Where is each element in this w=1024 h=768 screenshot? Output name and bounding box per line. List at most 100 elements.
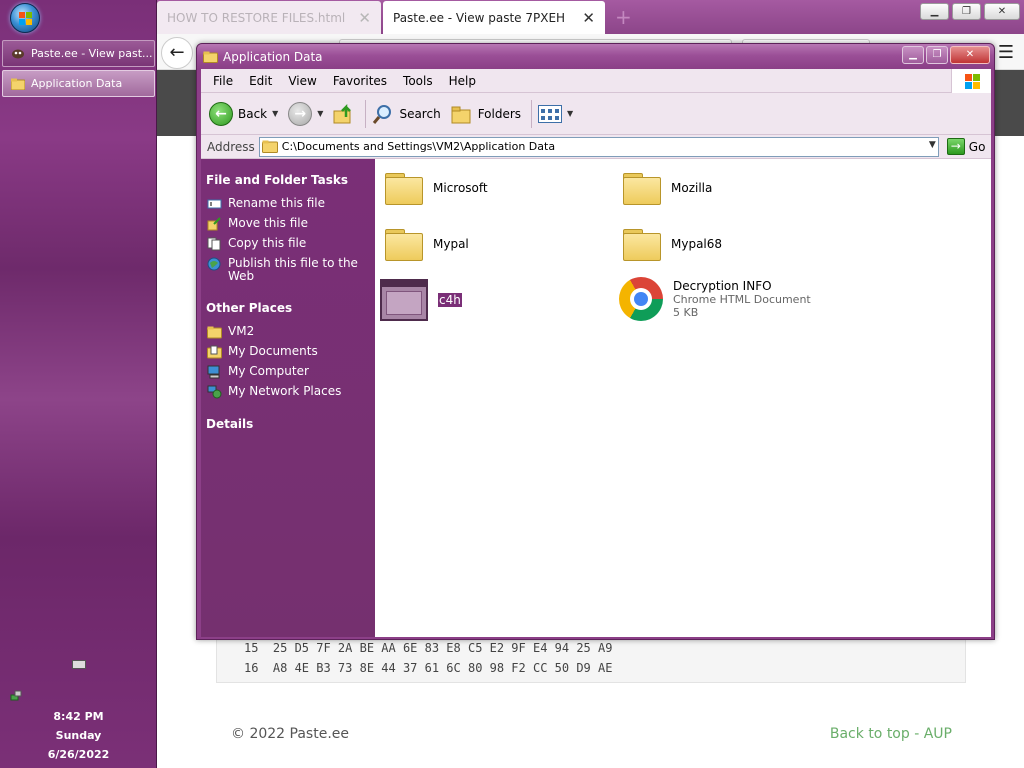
explorer-window: Application Data ▁ ❐ ✕ File Edit View Fa… [196,43,995,640]
place-my-network-places[interactable]: My Network Places [206,385,375,399]
tab-label: HOW TO RESTORE FILES.html [167,10,346,25]
menu-edit[interactable]: Edit [241,74,280,88]
task-label: Rename this file [228,196,326,210]
folder-icon [623,227,661,261]
address-label: Address [207,139,255,154]
views-button[interactable]: ▼ [538,104,573,123]
file-item-mypal68[interactable]: Mypal68 [623,227,722,261]
file-type: Chrome HTML Document [673,292,811,306]
search-button[interactable]: Search [372,103,441,125]
address-input[interactable]: C:\Documents and Settings\VM2\Applicatio… [258,136,939,157]
section-heading[interactable]: Other Places [206,301,375,315]
hex-line: 15 25 D5 7F 2A BE AA 6E 83 E8 C5 E2 9F E… [244,641,613,655]
chevron-down-icon[interactable]: ▼ [317,109,323,118]
section-heading[interactable]: File and Folder Tasks [206,173,375,187]
close-tab-icon[interactable]: ✕ [358,9,371,27]
keyboard-icon[interactable] [72,660,86,669]
file-item-mypal[interactable]: Mypal [385,227,469,261]
place-label: My Documents [228,344,318,358]
chevron-down-icon[interactable]: ▼ [567,109,573,118]
file-item-c4h[interactable]: c4h [380,279,462,321]
close-tab-icon[interactable]: ✕ [582,9,595,27]
minimize-icon[interactable]: ▁ [920,3,949,20]
aup-link[interactable]: AUP [924,726,952,742]
file-item-microsoft[interactable]: Microsoft [385,171,488,205]
place-my-computer[interactable]: My Computer [206,365,375,379]
menu-icon[interactable]: ☰ [998,42,1014,63]
task-label: Publish this file to the Web [228,256,358,283]
forward-button[interactable]: → ▼ [288,101,323,126]
toolbar: ← Back ▼ → ▼ Search Folders ▼ [201,93,991,135]
go-label: Go [968,139,986,154]
other-places: Other Places VM2 My Documents My Compute… [206,301,375,399]
file-size: 5 KB [673,305,699,319]
place-vm2[interactable]: VM2 [206,325,375,339]
place-my-documents[interactable]: My Documents [206,345,375,359]
menu-tools[interactable]: Tools [395,74,441,88]
go-arrow-icon: → [946,138,965,155]
chevron-down-icon[interactable]: ▼ [929,140,936,150]
task-label: Copy this file [228,236,307,250]
go-button[interactable]: → Go [946,138,986,155]
section-heading[interactable]: Details [206,417,375,431]
toolbar-separator [365,99,367,128]
file-item-mozilla[interactable]: Mozilla [623,171,712,205]
menu-view[interactable]: View [280,74,324,88]
back-to-top-link[interactable]: Back to top [830,726,910,742]
windows-flag-icon [951,69,991,93]
maximize-icon[interactable]: ❐ [926,46,948,64]
system-clock[interactable]: 8:42 PM Sunday 6/26/2022 [0,707,157,764]
views-icon [538,104,563,123]
browser-window-controls: ▁ ❐ ✕ [920,3,1020,20]
network-places-icon [207,385,222,399]
close-icon[interactable]: ✕ [950,46,990,64]
place-label: My Network Places [228,384,342,398]
chevron-down-icon[interactable]: ▼ [272,109,278,118]
chrome-icon [619,277,663,321]
menu-help[interactable]: Help [441,74,484,88]
task-copy[interactable]: Copy this file [206,237,375,251]
minimize-icon[interactable]: ▁ [902,46,924,64]
move-icon [207,217,221,231]
new-tab-icon[interactable]: + [615,5,632,29]
menu-file[interactable]: File [205,74,241,88]
my-documents-icon [207,345,222,359]
window-title: Application Data [223,49,323,64]
file-name: Microsoft [433,181,488,195]
tab-pastee[interactable]: Paste.ee - View paste 7PXEH ✕ [383,1,605,34]
back-arrow-icon: ← [209,101,233,126]
folder-icon [385,171,423,205]
menu-bar: File Edit View Favorites Tools Help [201,69,991,93]
taskbar-item-pastee[interactable]: Paste.ee - View past... [2,40,155,67]
task-rename[interactable]: Rename this file [206,197,375,211]
file-item-decryption-info[interactable]: Decryption INFO Chrome HTML Document 5 K… [619,277,811,321]
back-arrow-icon[interactable]: ← [161,37,193,69]
up-folder-icon [333,103,352,123]
maximize-icon[interactable]: ❐ [952,3,981,20]
menu-favorites[interactable]: Favorites [325,74,395,88]
folders-label: Folders [477,106,522,121]
footer-links: Back to top - AUP [830,726,952,742]
explorer-title-bar[interactable]: Application Data ▁ ❐ ✕ [197,44,994,69]
back-button[interactable]: ← Back ▼ [209,101,278,126]
taskbar-item-label: Paste.ee - View past... [31,47,153,60]
folder-icon [261,140,278,153]
address-bar: Address C:\Documents and Settings\VM2\Ap… [201,135,991,159]
network-icon[interactable] [10,690,22,702]
folders-button[interactable]: Folders [451,104,521,124]
folder-icon [207,326,222,339]
task-publish[interactable]: Publish this file to the Web [206,257,375,283]
taskbar-item-application-data[interactable]: Application Data [2,70,155,97]
tab-restore-files[interactable]: HOW TO RESTORE FILES.html ✕ [157,1,381,34]
start-button[interactable] [10,3,40,33]
task-move[interactable]: Move this file [206,217,375,231]
footer-separator: - [909,726,924,742]
close-icon[interactable]: ✕ [984,3,1020,20]
forward-arrow-icon: → [288,101,313,126]
file-name: Decryption INFO [673,278,772,293]
computer-icon [207,365,220,379]
application-icon [380,279,428,321]
place-label: VM2 [228,324,255,338]
back-label: Back [238,106,268,121]
up-folder-button[interactable] [333,103,355,125]
